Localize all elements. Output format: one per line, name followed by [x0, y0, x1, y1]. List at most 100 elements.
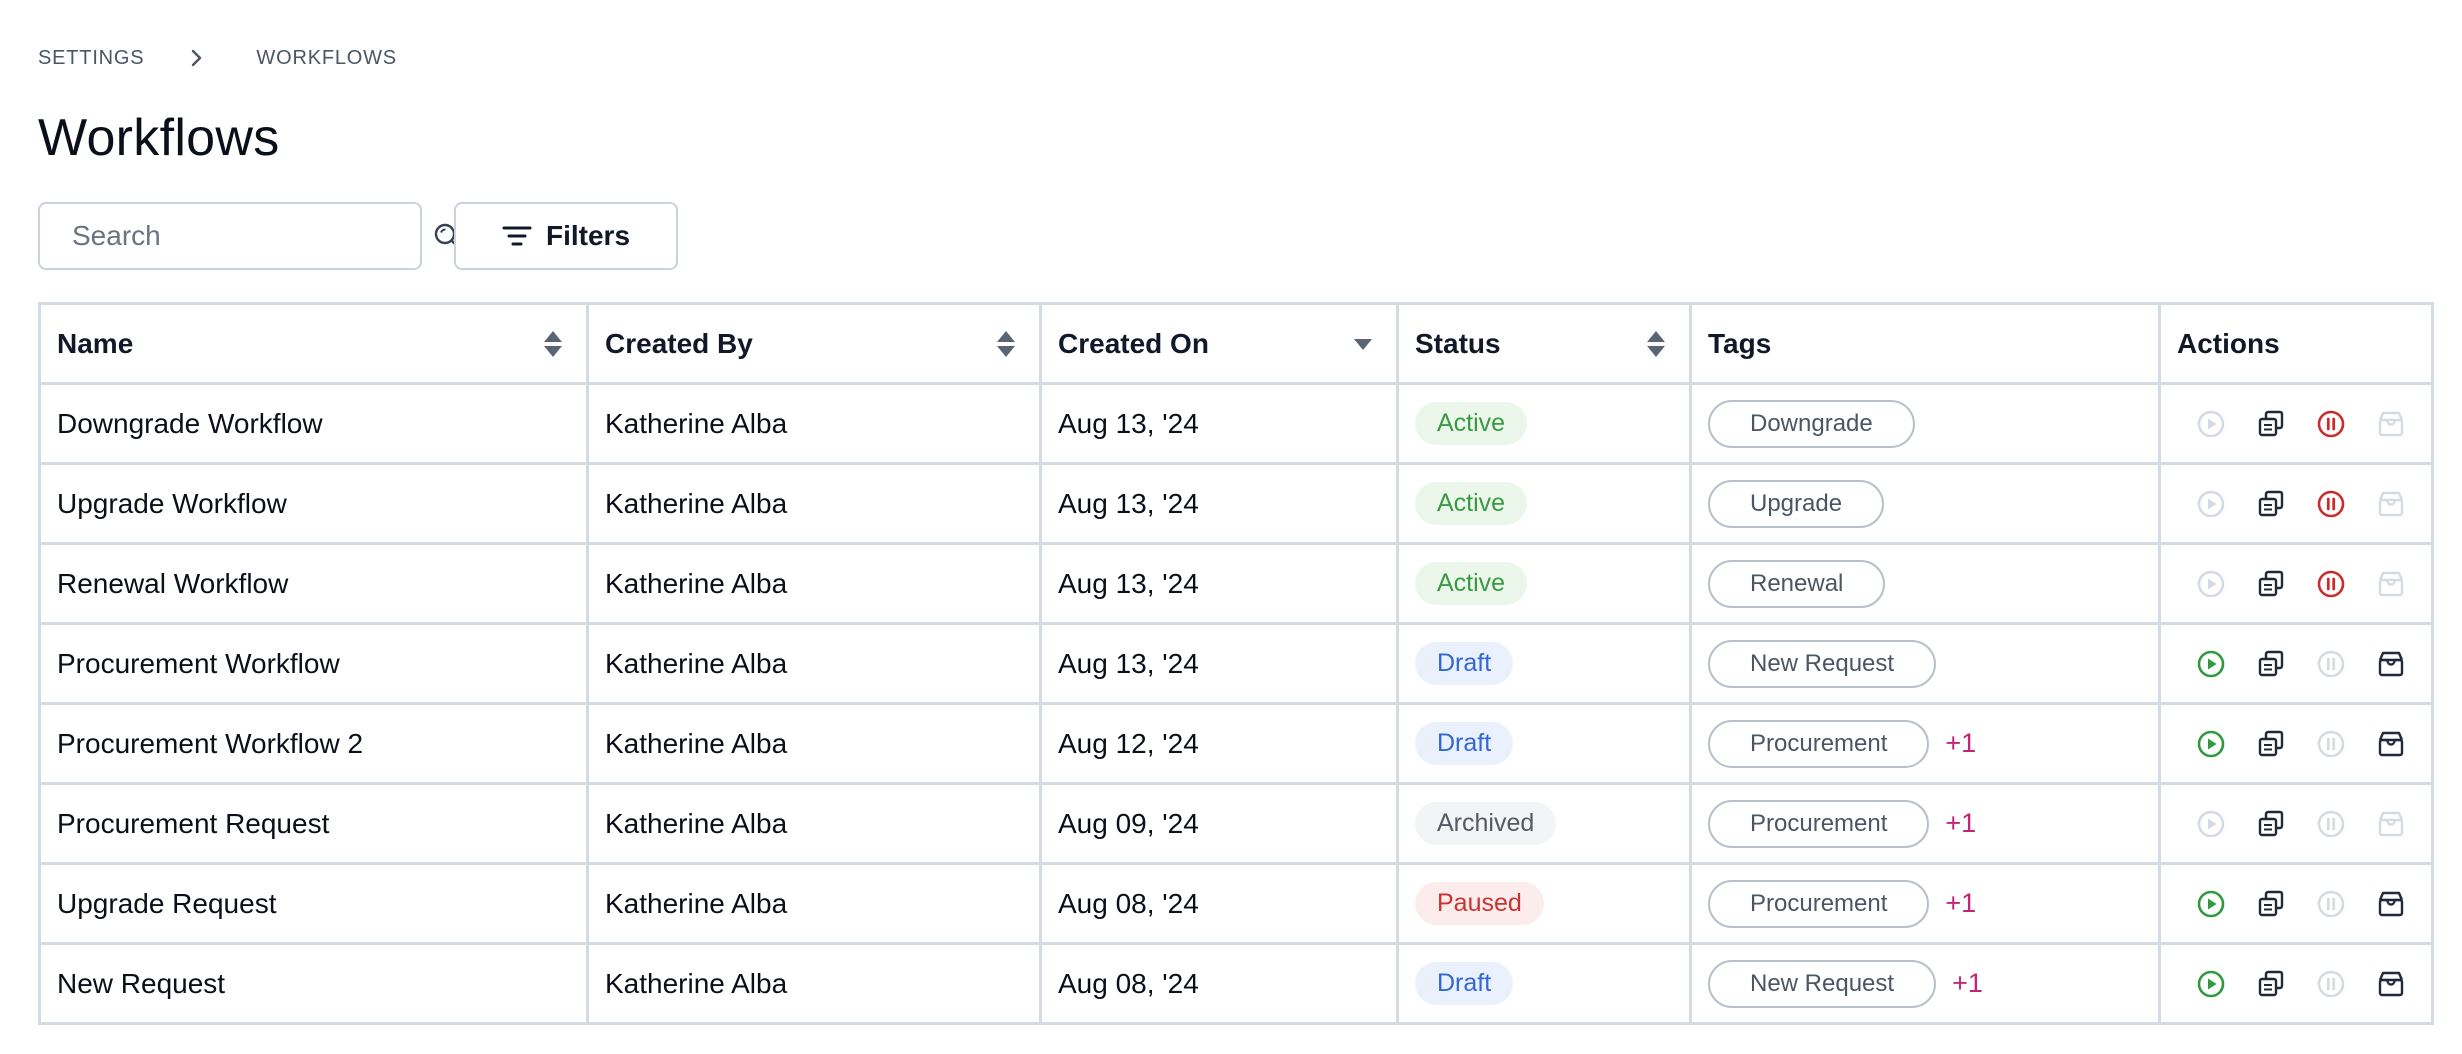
copy-icon[interactable]	[2255, 408, 2287, 440]
cell-name: Upgrade Workflow	[38, 462, 589, 545]
workflow-name[interactable]: New Request	[57, 968, 225, 999]
tag-more-count[interactable]: +1	[1945, 808, 1976, 839]
table-row[interactable]: Procurement Workflow 2 Katherine Alba Au…	[38, 702, 2434, 785]
row-actions	[2177, 968, 2415, 1000]
row-actions	[2177, 888, 2415, 920]
cell-name: Procurement Workflow 2	[38, 702, 589, 785]
tag-chip[interactable]: Renewal	[1708, 559, 1886, 608]
cell-tags: Upgrade	[1689, 462, 2161, 545]
table-row[interactable]: Procurement Workflow Katherine Alba Aug …	[38, 622, 2434, 705]
play-circle-icon[interactable]	[2195, 648, 2227, 680]
cell-tags: Procurement +1	[1689, 702, 2161, 785]
breadcrumb-item-settings[interactable]: SETTINGS	[38, 47, 144, 70]
cell-created-by: Katherine Alba	[586, 382, 1042, 465]
cell-created-by: Katherine Alba	[586, 622, 1042, 705]
table-row[interactable]: Procurement Request Katherine Alba Aug 0…	[38, 782, 2434, 865]
column-header-inner: Status	[1415, 328, 1673, 360]
tag-list: Downgrade	[1708, 399, 2142, 448]
play-circle-icon[interactable]	[2195, 728, 2227, 760]
status-badge: Draft	[1415, 722, 1514, 765]
column-header-status[interactable]: Status	[1396, 302, 1692, 385]
archive-box-icon[interactable]	[2375, 728, 2407, 760]
tag-more-count[interactable]: +1	[1945, 728, 1976, 759]
archive-box-icon[interactable]	[2375, 968, 2407, 1000]
filters-button[interactable]: Filters	[454, 202, 678, 270]
workflow-name[interactable]: Procurement Workflow 2	[57, 728, 363, 759]
sort-updown-icon[interactable]	[542, 329, 564, 359]
copy-icon[interactable]	[2255, 728, 2287, 760]
workflow-name[interactable]: Renewal Workflow	[57, 568, 288, 599]
column-header-created-on[interactable]: Created On	[1039, 302, 1399, 385]
cell-created-on: Aug 13, '24	[1039, 382, 1399, 465]
tag-chip[interactable]: New Request	[1708, 959, 1937, 1008]
cell-created-on: Aug 13, '24	[1039, 542, 1399, 625]
cell-name: New Request	[38, 942, 589, 1025]
cell-actions	[2158, 942, 2434, 1025]
play-circle-icon[interactable]	[2195, 968, 2227, 1000]
tag-chip[interactable]: Procurement	[1708, 719, 1930, 768]
created-by: Katherine Alba	[605, 807, 788, 839]
tag-chip[interactable]: Upgrade	[1708, 479, 1885, 528]
created-on: Aug 12, '24	[1058, 727, 1199, 759]
copy-icon[interactable]	[2255, 648, 2287, 680]
tag-more-count[interactable]: +1	[1945, 888, 1976, 919]
created-by: Katherine Alba	[605, 967, 788, 999]
table-row[interactable]: Downgrade Workflow Katherine Alba Aug 13…	[38, 382, 2434, 465]
row-actions	[2177, 568, 2415, 600]
sort-updown-icon[interactable]	[995, 329, 1017, 359]
workflow-name[interactable]: Procurement Request	[57, 808, 329, 839]
created-by: Katherine Alba	[605, 567, 788, 599]
column-header-inner: Created On	[1058, 328, 1380, 360]
copy-icon[interactable]	[2255, 968, 2287, 1000]
tag-more-count[interactable]: +1	[1952, 968, 1983, 999]
search-input[interactable]	[72, 220, 433, 252]
table-header-row: Name Created By Created On Status Tags Action…	[38, 302, 2434, 385]
archive-box-icon[interactable]	[2375, 888, 2407, 920]
table-row[interactable]: Renewal Workflow Katherine Alba Aug 13, …	[38, 542, 2434, 625]
play-circle-icon	[2195, 808, 2227, 840]
created-on: Aug 08, '24	[1058, 967, 1199, 999]
tag-chip[interactable]: Downgrade	[1708, 399, 1915, 448]
pause-circle-icon[interactable]	[2315, 408, 2347, 440]
created-by: Katherine Alba	[605, 887, 788, 919]
table-row[interactable]: New Request Katherine Alba Aug 08, '24 D…	[38, 942, 2434, 1025]
copy-icon[interactable]	[2255, 568, 2287, 600]
tag-chip[interactable]: New Request	[1708, 639, 1937, 688]
tag-list: Upgrade	[1708, 479, 2142, 528]
workflow-name[interactable]: Upgrade Request	[57, 888, 276, 919]
copy-icon[interactable]	[2255, 808, 2287, 840]
cell-status: Active	[1396, 462, 1692, 545]
table-row[interactable]: Upgrade Workflow Katherine Alba Aug 13, …	[38, 462, 2434, 545]
workflow-name[interactable]: Downgrade Workflow	[57, 408, 323, 439]
archive-box-icon[interactable]	[2375, 648, 2407, 680]
cell-created-on: Aug 08, '24	[1039, 862, 1399, 945]
tag-chip[interactable]: Procurement	[1708, 879, 1930, 928]
tag-chip[interactable]: Procurement	[1708, 799, 1930, 848]
table-row[interactable]: Upgrade Request Katherine Alba Aug 08, '…	[38, 862, 2434, 945]
column-header-tags: Tags	[1689, 302, 2161, 385]
cell-created-by: Katherine Alba	[586, 862, 1042, 945]
status-badge: Active	[1415, 482, 1528, 525]
created-by: Katherine Alba	[605, 647, 788, 679]
copy-icon[interactable]	[2255, 888, 2287, 920]
pause-circle-icon[interactable]	[2315, 488, 2347, 520]
column-header-inner: Actions	[2177, 328, 2415, 360]
cell-tags: New Request +1	[1689, 942, 2161, 1025]
cell-actions	[2158, 542, 2434, 625]
sort-updown-icon[interactable]	[1645, 329, 1667, 359]
caret-down-icon[interactable]	[1352, 336, 1374, 352]
column-header-created-by[interactable]: Created By	[586, 302, 1042, 385]
cell-tags: Renewal	[1689, 542, 2161, 625]
row-actions	[2177, 808, 2415, 840]
copy-icon[interactable]	[2255, 488, 2287, 520]
created-by: Katherine Alba	[605, 727, 788, 759]
play-circle-icon[interactable]	[2195, 888, 2227, 920]
column-header-name[interactable]: Name	[38, 302, 589, 385]
cell-status: Paused	[1396, 862, 1692, 945]
breadcrumb-item-workflows[interactable]: WORKFLOWS	[256, 47, 397, 70]
workflow-name[interactable]: Procurement Workflow	[57, 648, 340, 679]
column-header-label: Actions	[2177, 327, 2280, 359]
column-header-actions: Actions	[2158, 302, 2434, 385]
pause-circle-icon[interactable]	[2315, 568, 2347, 600]
workflow-name[interactable]: Upgrade Workflow	[57, 488, 287, 519]
